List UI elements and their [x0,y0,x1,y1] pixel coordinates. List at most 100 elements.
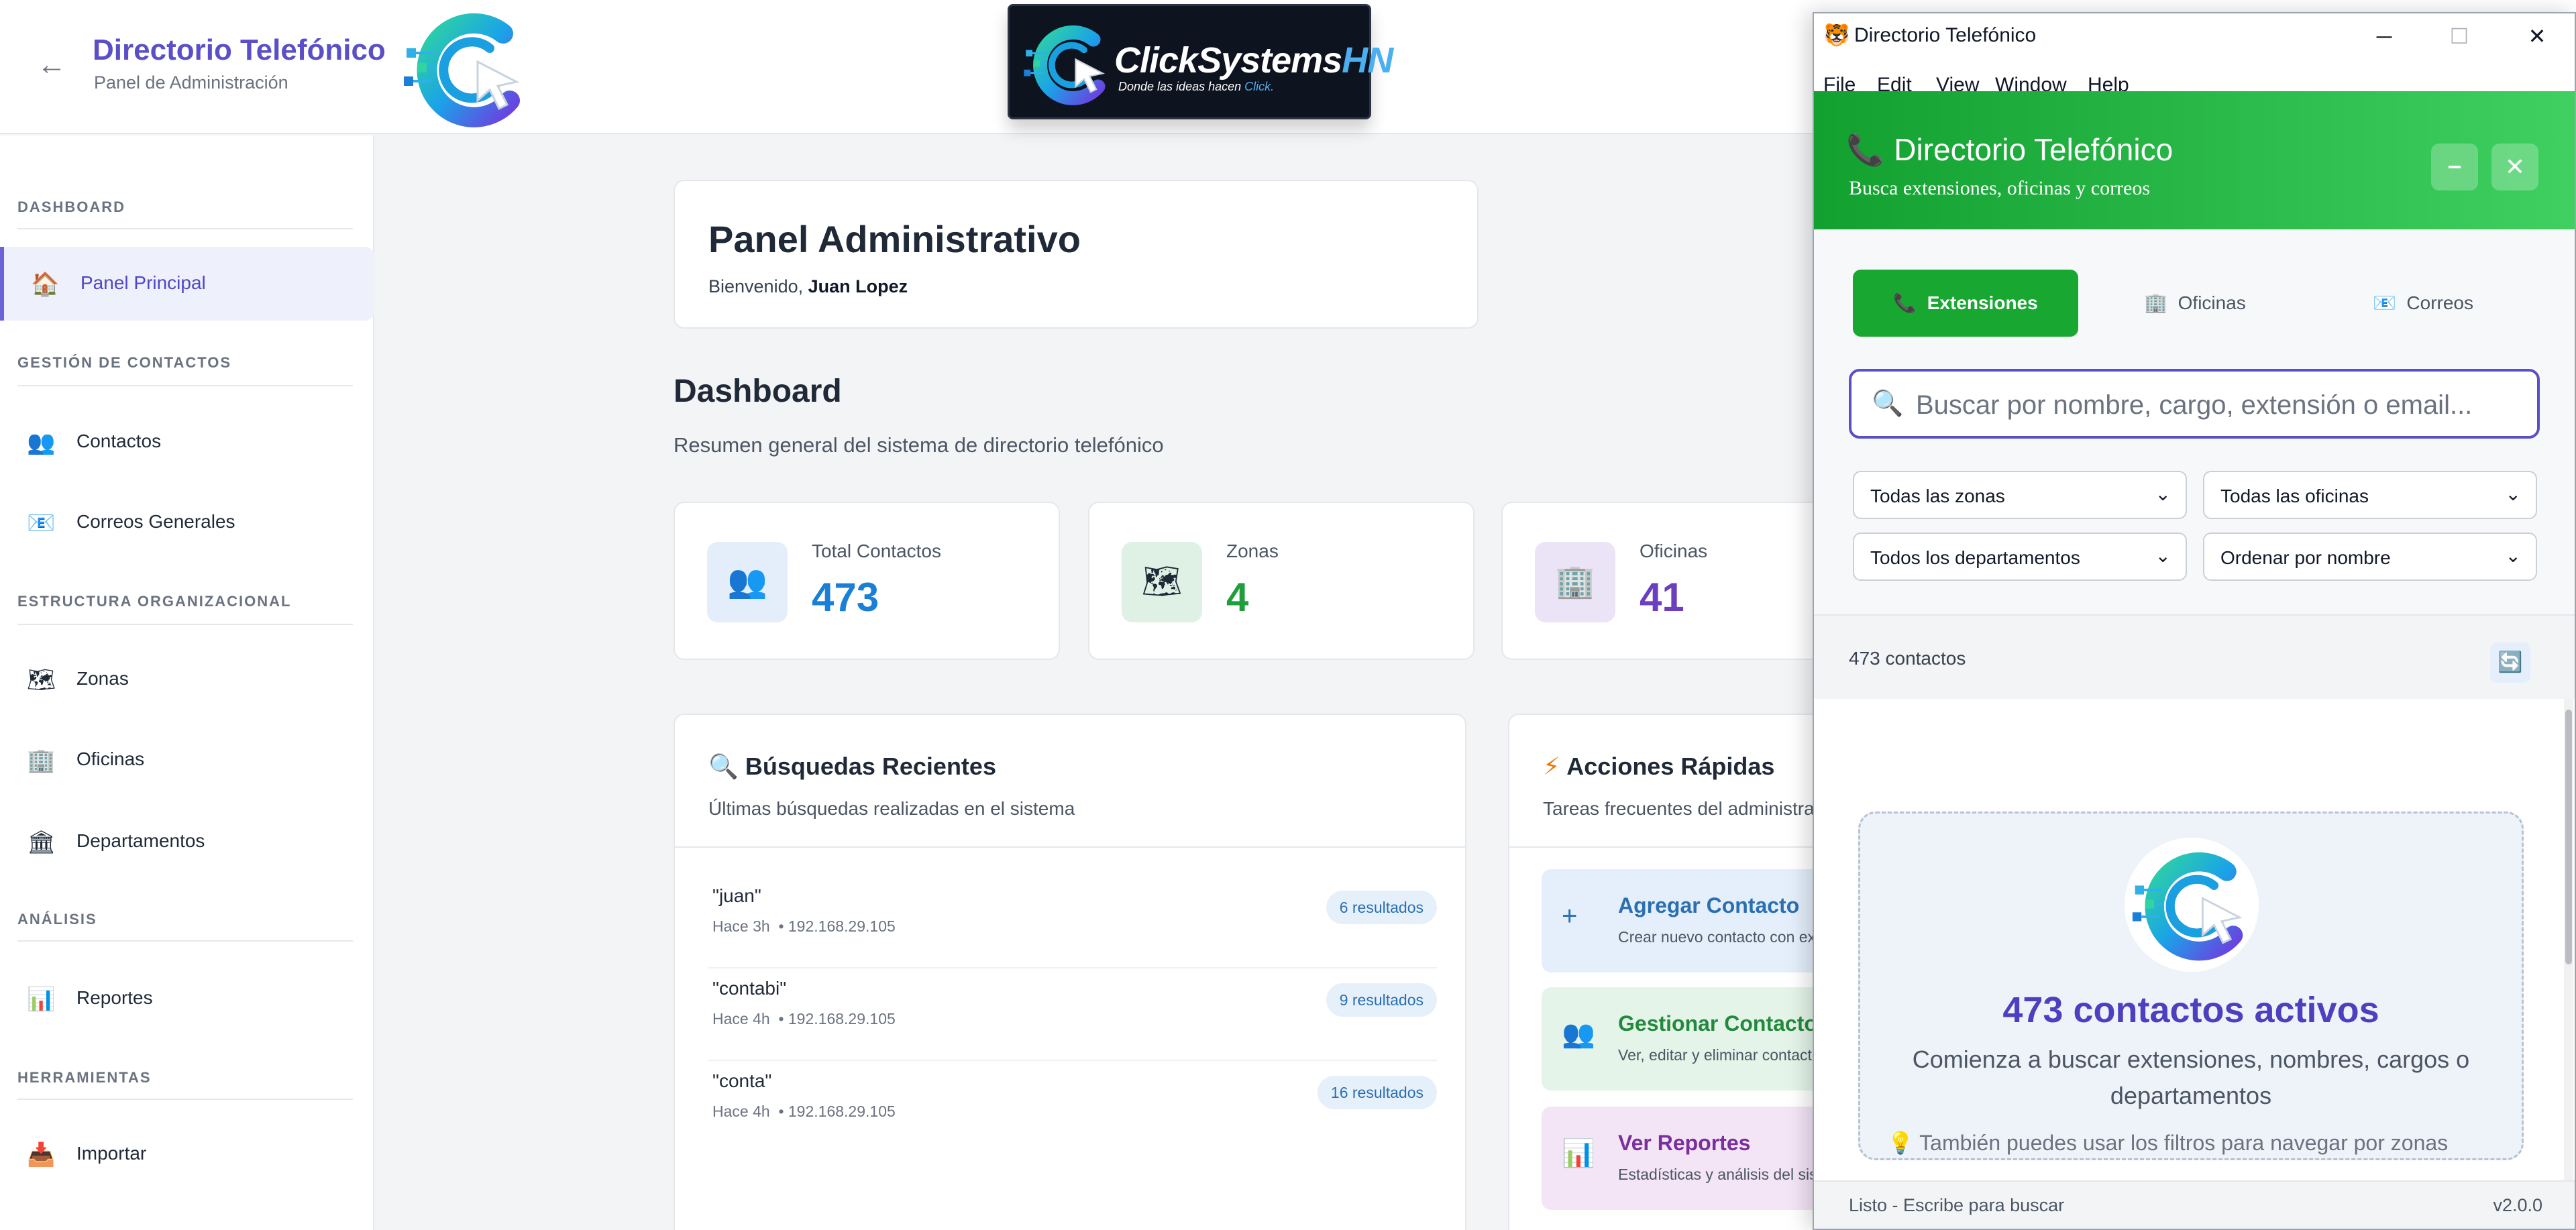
recent-search-row[interactable]: "juan" Hace 3h • 192.168.29.105 6 result… [708,876,1437,968]
import-icon: 📥 [27,1142,56,1168]
action-title: Agregar Contacto [1618,893,1800,917]
empty-state-title: 473 contactos activos [2002,990,2379,1030]
search-input[interactable] [1916,386,2520,424]
divider [675,846,1465,848]
quick-actions-title: ⚡ Acciones Rápidas [1543,752,1775,780]
dashboard-subtitle: Resumen general del sistema de directori… [674,433,1164,457]
recent-searches-card: 🔍 Búsquedas Recientes Últimas búsquedas r… [674,714,1466,1230]
sidebar-item-correos-generales[interactable]: 📧 Correos Generales [0,486,374,559]
office-filter-select[interactable]: Todas las oficinas ⌄ [2203,471,2537,519]
chevron-down-icon: ⌄ [2155,484,2171,504]
tab-extensiones[interactable]: 📞 Extensiones [1853,270,2078,337]
sidebar-item-reportes[interactable]: 📊 Reportes [0,962,374,1036]
close-window-button[interactable]: ✕ [2504,16,2571,56]
bar-chart-icon: 📊 [1562,1139,1595,1168]
collapse-button[interactable]: − [2431,144,2478,190]
window-titlebar[interactable]: 🐯 Directorio Telefónico ─ ☐ ✕ [1814,13,2575,59]
sidebar: DASHBOARD 🏠 Panel Principal GESTIÓN DE C… [0,135,374,1230]
zone-filter-select[interactable]: Todas las zonas ⌄ [1853,471,2187,519]
minimize-window-button[interactable]: ─ [2351,16,2418,56]
chevron-down-icon: ⌄ [2505,545,2521,566]
welcome-message: Bienvenido, Juan Lopez [708,276,908,296]
recent-searches-title: 🔍 Búsquedas Recientes [708,752,996,780]
office-building-icon: 🏢 [2144,292,2168,313]
stat-card-total-contactos: 👥 Total Contactos 473 [674,502,1060,660]
close-panel-button[interactable]: ✕ [2491,144,2538,190]
office-building-icon: 🏢 [27,748,56,773]
sidebar-item-importar[interactable]: 📥 Importar [0,1117,374,1191]
brand-name: ClickSystemsHN [1114,40,1393,80]
stat-card-oficinas: 🏢 Oficinas 41 [1501,502,1817,660]
action-description: Estadísticas y análisis del sistema [1618,1166,1817,1183]
sidebar-section-title: HERRAMIENTAS [17,1069,152,1086]
bar-chart-icon: 📊 [27,987,56,1012]
sidebar-item-label: Zonas [76,668,129,689]
sidebar-section-title: GESTIÓN DE CONTACTOS [17,354,232,371]
search-meta: Hace 3h • 192.168.29.105 [712,917,896,935]
version-label: v2.0.0 [2493,1195,2542,1215]
view-reports-action[interactable]: 📊 Ver Reportes Estadísticas y análisis d… [1542,1107,1817,1210]
sidebar-item-oficinas[interactable]: 🏢 Oficinas [0,723,374,797]
plus-icon: + [1562,901,1578,931]
search-panel: 📞 Extensiones 🏢 Oficinas 📧 Correos 🔍 Tod… [1814,229,2575,614]
sidebar-item-label: Departamentos [76,830,205,851]
maximize-window-button[interactable]: ☐ [2426,16,2493,56]
scrollbar-thumb[interactable] [2565,710,2572,964]
sidebar-item-label: Oficinas [76,748,145,769]
status-bar: Listo - Escribe para buscar v2.0.0 [1814,1180,2575,1229]
map-icon: 🗺 [27,667,56,693]
results-badge: 16 resultados [1317,1076,1437,1109]
divider [17,940,353,942]
sidebar-item-label: Reportes [76,987,153,1008]
dashboard-title: Dashboard [674,374,842,409]
brand-slogan: Donde las ideas hacen Click. [1118,80,1275,93]
brand-banner: ClickSystemsHN Donde las ideas hacen Cli… [1008,4,1393,119]
manage-contacts-action[interactable]: 👥 Gestionar Contactos Ver, editar y elim… [1542,987,1817,1091]
sidebar-item-label: Importar [76,1143,147,1164]
app-tiger-icon: 🐯 [1823,23,1850,47]
sidebar-item-contactos[interactable]: 👥 Contactos [0,405,374,479]
users-icon: 👥 [707,542,788,622]
app-title: Directorio Telefónico [93,34,386,66]
sidebar-item-label: Contactos [76,431,162,451]
home-icon: 🏠 [31,272,60,297]
directory-window: 🐯 Directorio Telefónico ─ ☐ ✕ File Edit … [1813,12,2576,1230]
recent-search-row[interactable]: "conta" Hace 4h • 192.168.29.105 16 resu… [708,1061,1437,1154]
sort-select[interactable]: Ordenar por nombre ⌄ [2203,533,2537,581]
sidebar-item-label: Panel Principal [80,272,206,293]
results-area: 473 contactos activos Comienza a buscar … [1814,699,2575,1180]
window-header-title: 📞 Directorio Telefónico [1846,132,2174,167]
action-title: Gestionar Contactos [1618,1011,1817,1036]
action-title: Ver Reportes [1618,1131,1751,1155]
c-logo-icon [2111,834,2272,974]
refresh-icon[interactable]: 🔄 [2490,642,2530,683]
sidebar-section-title: ANÁLISIS [17,911,97,928]
lightning-icon: ⚡ [1543,752,1560,780]
office-building-icon: 🏢 [1535,542,1615,622]
institution-icon: 🏛 [27,830,56,855]
welcome-card: Panel Administrativo Bienvenido, Juan Lo… [674,180,1479,329]
empty-state: 473 contactos activos Comienza a buscar … [1858,812,2524,1160]
page-title: Panel Administrativo [708,218,1081,260]
sidebar-item-panel-principal[interactable]: 🏠 Panel Principal [0,247,374,321]
search-box[interactable]: 🔍 [1849,369,2540,439]
add-contact-action[interactable]: + Agregar Contacto Crear nuevo contacto … [1542,869,1817,972]
window-title: Directorio Telefónico [1854,24,2037,46]
recent-search-row[interactable]: "contabi" Hace 4h • 192.168.29.105 9 res… [708,968,1437,1061]
tab-oficinas[interactable]: 🏢 Oficinas [2082,270,2308,337]
department-filter-select[interactable]: Todos los departamentos ⌄ [1853,533,2187,581]
sidebar-item-departamentos[interactable]: 🏛 Departamentos [0,805,374,879]
search-query: "contabi" [712,978,787,999]
phone-icon: 📞 [1846,132,1885,167]
chevron-down-icon: ⌄ [2155,545,2171,566]
contacts-count: 473 contactos [1849,648,1966,669]
quick-actions-subtitle: Tareas frecuentes del administrador [1543,798,1817,819]
tab-correos[interactable]: 📧 Correos [2310,270,2536,337]
stat-label: Oficinas [1640,541,1708,561]
divider [17,1099,353,1100]
phone-icon: 📞 [1893,292,1917,313]
sidebar-item-zonas[interactable]: 🗺 Zonas [0,642,374,716]
sidebar-item-label: Correos Generales [76,511,235,532]
empty-state-text: Comienza a buscar extensiones, nombres, … [1912,1046,2470,1109]
back-arrow-icon[interactable]: ← [35,48,68,82]
